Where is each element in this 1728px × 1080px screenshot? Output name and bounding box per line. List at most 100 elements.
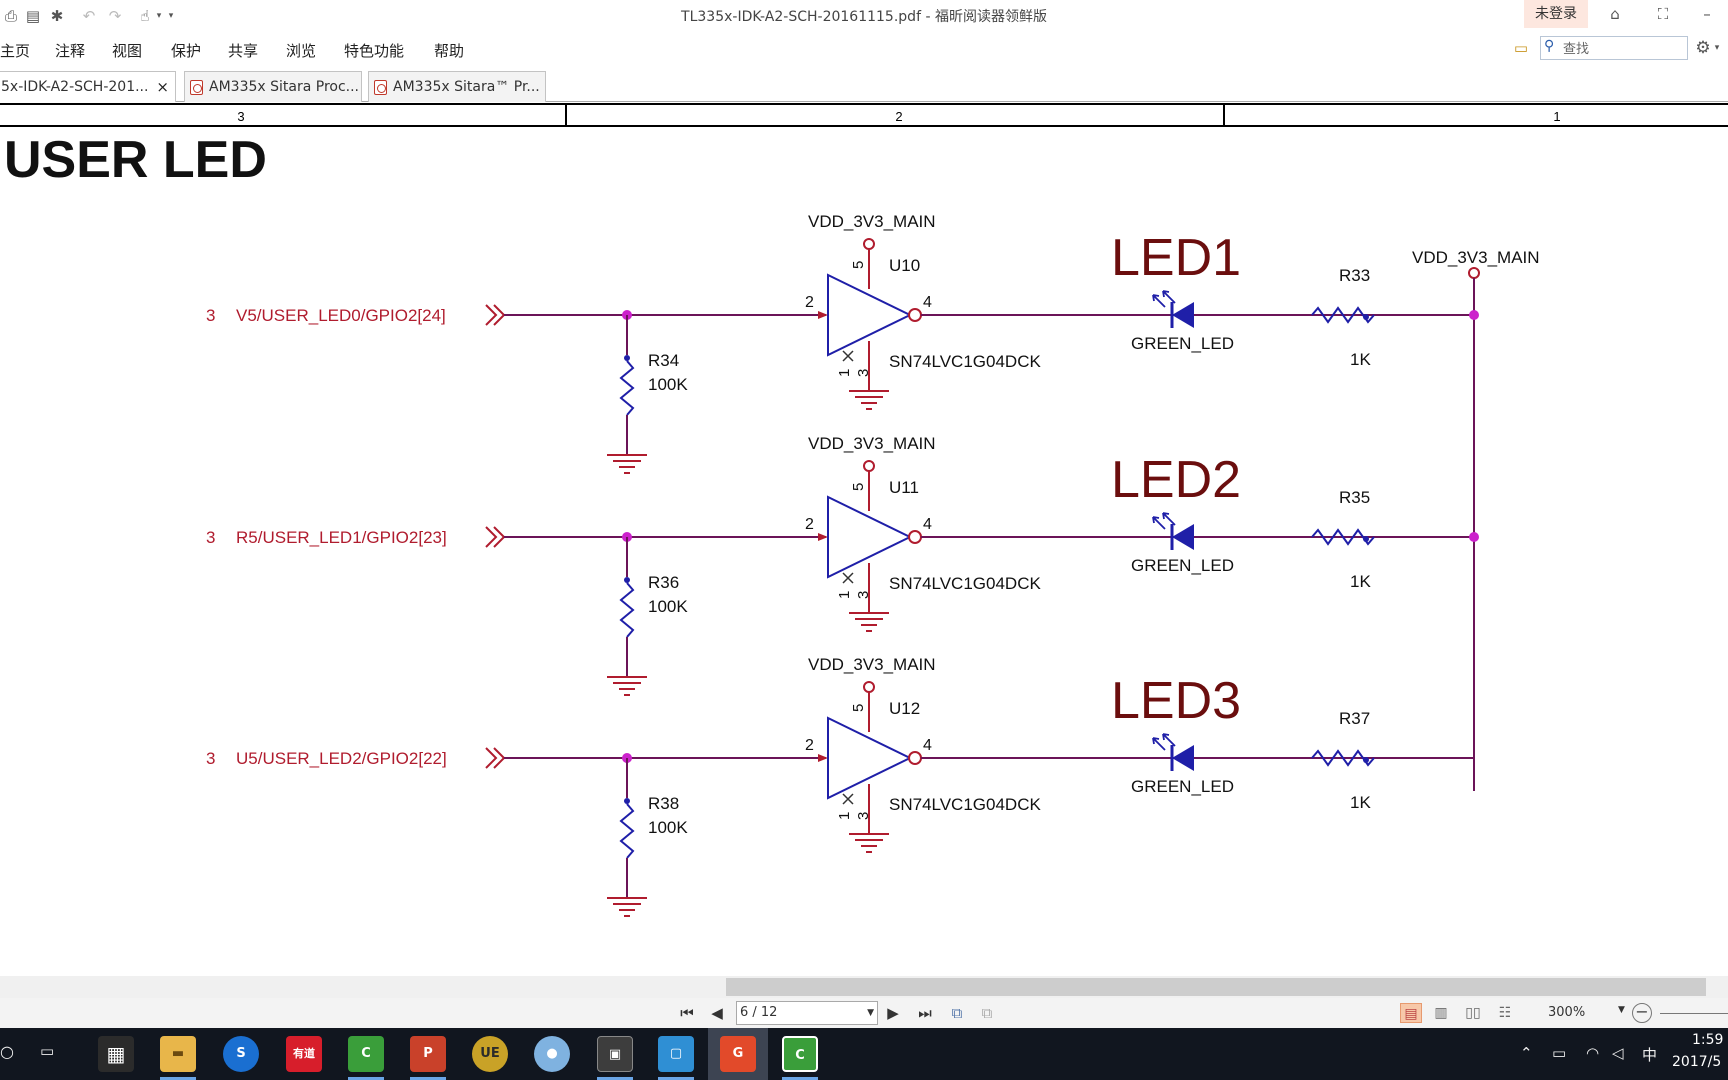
sogou-icon[interactable]: S [223, 1036, 259, 1072]
no-connect-mark [842, 572, 854, 584]
pull-down-resistor [619, 360, 635, 416]
pin-number: 2 [805, 516, 814, 533]
cmd-icon[interactable]: ▣ [597, 1036, 633, 1072]
power-port [1468, 267, 1480, 279]
zoom-slider[interactable] [1660, 1013, 1728, 1014]
login-button[interactable]: 未登录 [1524, 0, 1588, 28]
previous-view-icon[interactable]: ⧉ [946, 1003, 968, 1023]
pd-value: 100K [648, 597, 688, 616]
pd-value: 100K [648, 818, 688, 837]
page-number-field[interactable]: 6 / 12 ▼ [736, 1001, 878, 1025]
camtasia-icon[interactable]: C [348, 1036, 384, 1072]
search-circle-icon[interactable]: ○ [0, 1042, 14, 1061]
clock-time[interactable]: 1:59 [1692, 1032, 1723, 1048]
pin-dot [1363, 314, 1369, 320]
taskbar: ○ ▭ ▦ ▬ S 有道 C P UE ● ▣ ▢ G C ⌃ ▭ ◠ ◁ 中 … [0, 1028, 1728, 1080]
fullscreen-icon[interactable]: ⛶ [1648, 2, 1678, 26]
horizontal-scrollbar[interactable] [0, 976, 1728, 998]
pin-number: 2 [805, 737, 814, 754]
menu-help[interactable]: 帮助 [434, 40, 464, 61]
r-ref: R37 [1339, 709, 1370, 728]
youdao-icon[interactable]: 有道 [286, 1036, 322, 1072]
sync-icon[interactable]: ⌂ [1600, 2, 1630, 26]
pin-number: 1 [836, 591, 853, 599]
foxit-icon: G [720, 1036, 756, 1072]
gate-part: SN74LVC1G04DCK [889, 574, 1041, 593]
gear-icon[interactable]: ⚙ [1692, 38, 1714, 58]
single-page-view-icon[interactable]: ▤ [1400, 1003, 1422, 1023]
close-icon[interactable]: × [156, 72, 169, 102]
zoom-out-button[interactable]: − [1632, 1003, 1652, 1023]
scrollbar-thumb[interactable] [726, 978, 1706, 996]
minimize-button[interactable]: – [1692, 2, 1722, 26]
calculator-icon[interactable]: ▦ [98, 1036, 134, 1072]
tab-label: AM335x Sitara Proc... [209, 79, 360, 95]
volume-icon[interactable]: ◁ [1612, 1044, 1624, 1062]
pull-down-resistor [619, 582, 635, 638]
tab-schematic[interactable]: 5x-IDK-A2-SCH-201... × [0, 71, 176, 102]
battery-icon[interactable]: ▭ [1552, 1044, 1566, 1062]
last-page-icon[interactable]: ⏭ [914, 1003, 936, 1023]
tray-overflow-icon[interactable]: ⌃ [1520, 1044, 1533, 1062]
menu-browse[interactable]: 浏览 [286, 40, 316, 61]
ime-indicator[interactable]: 中 [1642, 1044, 1657, 1065]
inversion-bubble [908, 530, 922, 544]
continuous-view-icon[interactable]: ▥ [1430, 1003, 1452, 1023]
pdf-icon [374, 80, 387, 95]
browser-icon[interactable]: ● [534, 1036, 570, 1072]
window-title: TL335x-IDK-A2-SCH-20161115.pdf - 福昕阅读器领鲜… [681, 9, 1047, 25]
r-ref: R33 [1339, 266, 1370, 285]
wifi-icon[interactable]: ◠ [1586, 1044, 1599, 1062]
ultraedit-icon[interactable]: UE [472, 1036, 508, 1072]
status-bar: ⏮ ◀ 6 / 12 ▼ ▶ ⏭ ⧉ ⧉ ▤ ▥ ▯▯ ☷ 300% ▼ − [0, 998, 1728, 1028]
power-port [863, 681, 875, 693]
first-page-icon[interactable]: ⏮ [676, 1003, 698, 1023]
chevron-down-icon[interactable]: ▼ [1618, 1005, 1625, 1015]
tab-label: AM335x Sitara™ Pr... [393, 79, 540, 95]
no-connect-mark [842, 350, 854, 362]
facing-view-icon[interactable]: ▯▯ [1462, 1003, 1484, 1023]
led-title: LED2 [1111, 451, 1241, 509]
r-value: 1K [1350, 572, 1371, 591]
tab-am335x-sitara[interactable]: AM335x Sitara™ Pr... [368, 71, 546, 102]
net-label: R5/USER_LED1/GPIO2[23] [236, 528, 447, 547]
zoom-level[interactable]: 300% [1548, 1005, 1585, 1020]
file-explorer-icon[interactable]: ▬ [160, 1036, 196, 1072]
next-view-icon[interactable]: ⧉ [976, 1003, 998, 1023]
search-field[interactable]: ⚲ [1540, 36, 1688, 60]
camtasia-recorder-icon[interactable]: C [782, 1036, 818, 1072]
menu-home[interactable]: 主页 [0, 40, 30, 61]
ground-symbol [607, 897, 647, 917]
search-input[interactable] [1563, 39, 1681, 57]
task-view-icon[interactable]: ▭ [40, 1042, 54, 1060]
folder-search-icon[interactable]: ▭ [1510, 38, 1532, 58]
net-label: U5/USER_LED2/GPIO2[22] [236, 749, 447, 768]
chevron-down-icon[interactable]: ▾ [1712, 38, 1722, 58]
tab-am335x-processor[interactable]: AM335x Sitara Proc... [184, 71, 362, 102]
document-view[interactable]: 3 2 1 USER LED VDD_3V3_MAIN 3 V5/USER_LED… [0, 103, 1728, 977]
powerpoint-icon[interactable]: P [410, 1036, 446, 1072]
previous-page-icon[interactable]: ◀ [706, 1003, 728, 1023]
menu-comment[interactable]: 注释 [55, 40, 85, 61]
menu-view[interactable]: 视图 [112, 40, 142, 61]
pin-dot [624, 577, 630, 583]
windows-explorer-icon[interactable]: ▢ [658, 1036, 694, 1072]
menu-share[interactable]: 共享 [228, 40, 258, 61]
clock-date[interactable]: 2017/5 [1672, 1054, 1721, 1070]
continuous-facing-view-icon[interactable]: ☷ [1494, 1003, 1516, 1023]
foxit-active-slot[interactable]: G [708, 1028, 768, 1080]
schematic-heading: USER LED [4, 131, 267, 189]
pin-dot [624, 798, 630, 804]
pin-number: 5 [850, 261, 867, 269]
chevron-down-icon[interactable]: ▼ [867, 1002, 874, 1024]
led-title: LED1 [1111, 229, 1241, 287]
menu-features[interactable]: 特色功能 [344, 40, 404, 61]
pd-value: 100K [648, 375, 688, 394]
power-port [863, 238, 875, 250]
ground-symbol [849, 833, 889, 853]
led-name: GREEN_LED [1131, 334, 1234, 353]
menu-protect[interactable]: 保护 [171, 40, 201, 61]
next-page-icon[interactable]: ▶ [882, 1003, 904, 1023]
rail-label: VDD_3V3_MAIN [808, 434, 936, 453]
sheet-ref: 3 [206, 306, 215, 325]
